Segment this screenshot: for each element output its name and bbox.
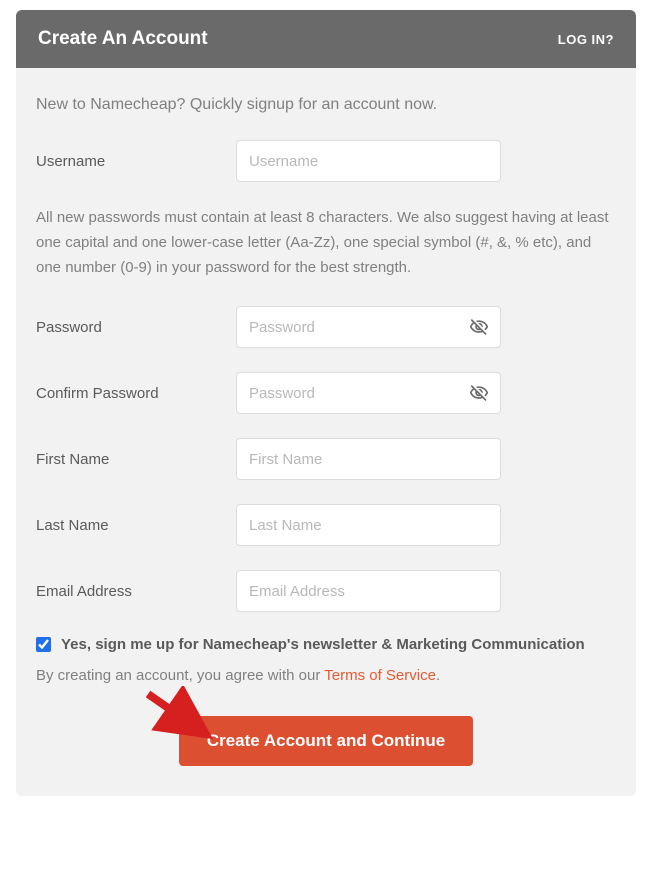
eye-off-icon[interactable]	[469, 317, 489, 337]
terms-prefix: By creating an account, you agree with o…	[36, 667, 324, 684]
intro-text: New to Namecheap? Quickly signup for an …	[36, 96, 616, 114]
username-input[interactable]	[236, 140, 501, 182]
first-name-input[interactable]	[236, 438, 501, 480]
newsletter-checkbox[interactable]	[36, 637, 51, 652]
eye-off-icon[interactable]	[469, 383, 489, 403]
email-label: Email Address	[36, 583, 236, 600]
last-name-row: Last Name	[36, 504, 616, 546]
confirm-password-row: Confirm Password	[36, 372, 616, 414]
email-row: Email Address	[36, 570, 616, 612]
email-input[interactable]	[236, 570, 501, 612]
last-name-label: Last Name	[36, 517, 236, 534]
confirm-password-label: Confirm Password	[36, 385, 236, 402]
last-name-input[interactable]	[236, 504, 501, 546]
password-label: Password	[36, 319, 236, 336]
password-hint-text: All new passwords must contain at least …	[36, 206, 616, 280]
first-name-row: First Name	[36, 438, 616, 480]
confirm-password-input[interactable]	[236, 372, 501, 414]
signup-card: Create An Account LOG IN? New to Nameche…	[16, 10, 636, 796]
first-name-label: First Name	[36, 451, 236, 468]
terms-text: By creating an account, you agree with o…	[36, 667, 616, 684]
password-input[interactable]	[236, 306, 501, 348]
page-title: Create An Account	[38, 28, 208, 50]
create-account-button[interactable]: Create Account and Continue	[179, 716, 473, 766]
card-header: Create An Account LOG IN?	[16, 10, 636, 68]
newsletter-label: Yes, sign me up for Namecheap's newslett…	[61, 636, 585, 653]
username-row: Username	[36, 140, 616, 182]
submit-row: Create Account and Continue	[36, 716, 616, 766]
password-row: Password	[36, 306, 616, 348]
login-link[interactable]: LOG IN?	[558, 32, 614, 47]
newsletter-row: Yes, sign me up for Namecheap's newslett…	[36, 636, 616, 653]
card-body: New to Namecheap? Quickly signup for an …	[16, 68, 636, 796]
terms-link[interactable]: Terms of Service	[324, 667, 436, 684]
terms-suffix: .	[436, 667, 440, 684]
username-label: Username	[36, 153, 236, 170]
